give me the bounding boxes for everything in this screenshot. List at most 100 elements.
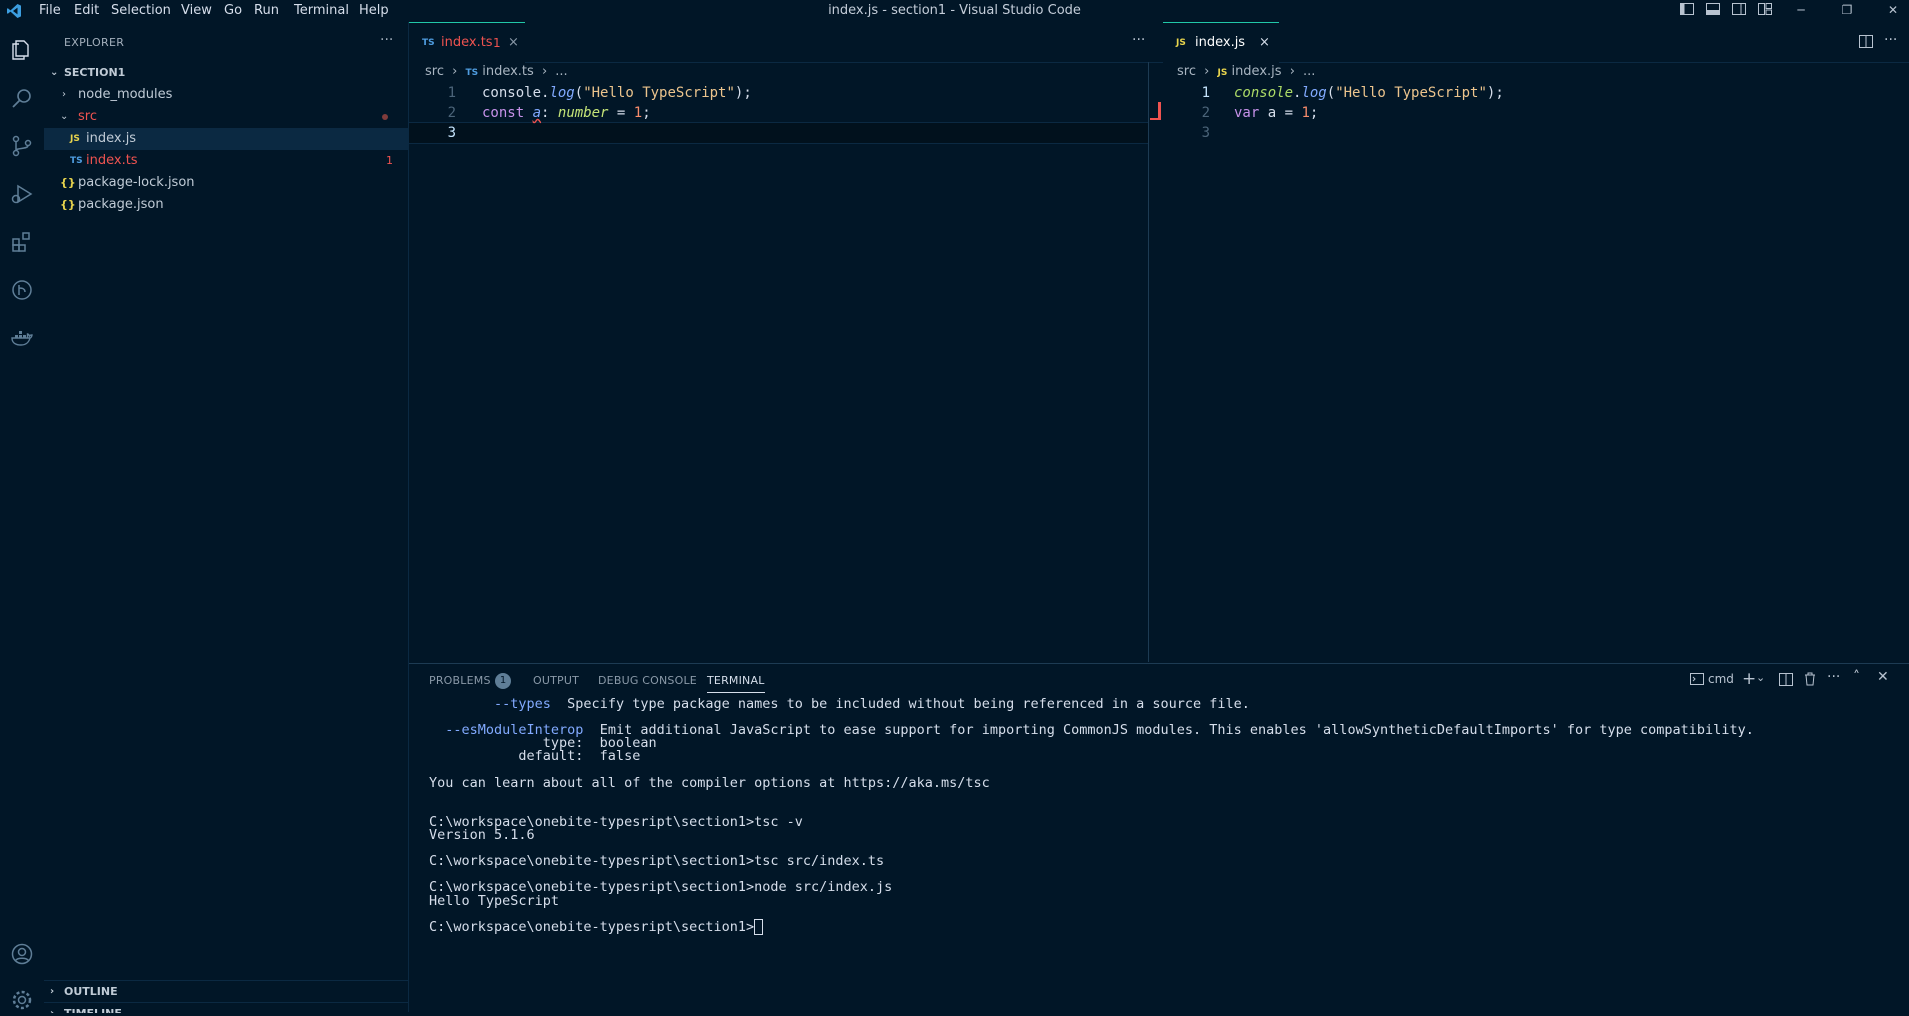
menu-view[interactable]: View — [181, 3, 212, 18]
breadcrumb-file[interactable]: index.ts — [482, 64, 534, 79]
breadcrumb-src[interactable]: src — [425, 64, 444, 79]
breadcrumb-symbols[interactable]: ... — [555, 64, 567, 79]
toggle-secondary-sidebar-icon[interactable] — [1731, 3, 1747, 17]
vscode-logo-icon — [6, 3, 22, 19]
tab-index-js[interactable]: JS index.js × — [1163, 22, 1279, 63]
menu-edit[interactable]: Edit — [74, 3, 99, 18]
activity-bar — [0, 22, 45, 1012]
toggle-primary-sidebar-icon[interactable] — [1679, 3, 1695, 17]
account-icon[interactable] — [6, 938, 38, 970]
terminal-text: You can learn about all of the compiler … — [429, 774, 990, 791]
timeline-section[interactable]: › TIMELINE — [44, 1002, 408, 1013]
tab-problems[interactable]: PROBLEMS — [429, 674, 491, 687]
menu-file[interactable]: File — [39, 3, 61, 18]
folder-src[interactable]: ⌄ src — [44, 106, 408, 128]
problem-dot-icon — [382, 114, 388, 120]
title-bar: File Edit Selection View Go Run Terminal… — [0, 0, 1909, 22]
more-actions-icon[interactable]: ··· — [1827, 669, 1840, 685]
source-control-icon[interactable] — [6, 130, 38, 162]
terminal-line: --types Specify type package names to be… — [429, 696, 1250, 712]
workspace-root-folder[interactable]: ⌄ SECTION1 — [44, 62, 408, 84]
search-icon[interactable] — [6, 82, 38, 114]
json-file-icon: {} — [60, 198, 76, 211]
breadcrumb-symbols[interactable]: ... — [1303, 64, 1315, 79]
tab-output[interactable]: OUTPUT — [533, 674, 579, 687]
chevron-down-icon[interactable]: ⌄ — [1756, 671, 1765, 684]
terminal-shell-name[interactable]: cmd — [1708, 672, 1734, 686]
menu-selection[interactable]: Selection — [111, 3, 171, 18]
line-number: 1 — [1201, 85, 1210, 101]
code-line-1: console.log("Hello TypeScript"); — [1234, 85, 1504, 101]
terminal-text: C:\workspace\onebite-typesript\section1> — [429, 918, 755, 935]
js-file-icon: JS — [1176, 38, 1186, 48]
extensions-icon[interactable] — [6, 226, 38, 258]
editor-more-actions-icon[interactable]: ··· — [1884, 32, 1897, 48]
editor-more-actions-icon[interactable]: ··· — [1132, 32, 1145, 48]
explorer-title: EXPLORER — [64, 36, 125, 49]
explorer-icon[interactable] — [6, 34, 38, 66]
tab-problem-count: 1 — [493, 36, 501, 50]
restore-icon[interactable]: ❐ — [1839, 3, 1855, 17]
toggle-panel-icon[interactable] — [1705, 3, 1721, 17]
terminal-line: default: false — [429, 748, 640, 764]
terminal-text: Version 5.1.6 — [429, 827, 535, 843]
terminal-text: Emit additional JavaScript to ease suppo… — [583, 722, 1754, 739]
error-overview-ruler-mark — [1150, 118, 1161, 120]
tab-index-ts[interactable]: TS index.ts 1 × — [409, 22, 525, 63]
run-debug-icon[interactable] — [6, 178, 38, 210]
json-file-icon: {} — [60, 176, 76, 189]
code-line-1: console.log("Hello TypeScript"); — [482, 85, 752, 101]
close-window-icon[interactable]: ✕ — [1885, 3, 1901, 17]
chevron-right-icon: › — [50, 986, 55, 997]
breadcrumb-file[interactable]: index.js — [1231, 64, 1281, 79]
window-title: index.js - section1 - Visual Studio Code — [828, 3, 1081, 18]
right-breadcrumb: src › JS index.js › ... — [1177, 64, 1316, 79]
terminal-cursor — [754, 918, 764, 935]
file-index-ts[interactable]: TS index.ts 1 — [44, 150, 408, 172]
split-editor-icon[interactable] — [1859, 35, 1873, 52]
file-package-lock-json[interactable]: {} package-lock.json — [44, 172, 408, 194]
close-tab-icon[interactable]: × — [1259, 23, 1270, 63]
line-number: 3 — [1201, 125, 1210, 141]
terminal-flag: --types — [429, 696, 551, 712]
tab-terminal[interactable]: TERMINAL — [707, 674, 765, 693]
outline-section[interactable]: › OUTLINE — [44, 980, 408, 1003]
breadcrumb-src[interactable]: src — [1177, 64, 1196, 79]
tab-debug-console[interactable]: DEBUG CONSOLE — [598, 674, 697, 687]
explorer-more-actions-icon[interactable]: ··· — [380, 32, 393, 48]
terminal-shell-icon — [1690, 673, 1704, 689]
git-graph-icon[interactable] — [6, 274, 38, 306]
chevron-down-icon: ⌄ — [60, 111, 69, 122]
code-line-2: var a = 1; — [1234, 105, 1319, 121]
trash-icon[interactable] — [1804, 672, 1816, 690]
terminal-text: Specify type package names to be include… — [550, 696, 1250, 712]
close-tab-icon[interactable]: × — [508, 23, 519, 63]
js-file-icon: JS — [1217, 68, 1228, 78]
file-index-js[interactable]: JS index.js — [44, 128, 408, 150]
docker-icon[interactable] — [6, 322, 38, 354]
problem-count-badge: 1 — [386, 154, 393, 167]
settings-gear-icon[interactable] — [6, 984, 38, 1016]
file-package-json[interactable]: {} package.json — [44, 194, 408, 216]
error-squiggle: a — [532, 105, 542, 121]
terminal-line: Hello TypeScript — [429, 893, 559, 909]
line-number: 2 — [447, 105, 456, 121]
menu-help[interactable]: Help — [359, 3, 389, 18]
ts-file-icon: TS — [465, 68, 479, 78]
terminal-line: C:\workspace\onebite-typesript\section1> — [429, 918, 764, 935]
menu-go[interactable]: Go — [224, 3, 242, 18]
folder-node-modules[interactable]: › node_modules — [44, 84, 408, 106]
new-terminal-icon[interactable]: + — [1742, 669, 1756, 689]
split-terminal-icon[interactable] — [1779, 673, 1793, 690]
menu-run[interactable]: Run — [254, 3, 279, 18]
chevron-down-icon: ⌄ — [50, 67, 59, 78]
terminal-line: Version 5.1.6 — [429, 827, 535, 843]
ts-file-icon: TS — [70, 156, 83, 166]
maximize-panel-icon[interactable]: ˄ — [1853, 669, 1860, 685]
customize-layout-icon[interactable] — [1757, 3, 1773, 17]
menu-terminal[interactable]: Terminal — [294, 3, 349, 18]
close-panel-icon[interactable]: ✕ — [1877, 669, 1889, 685]
editor-group-divider[interactable] — [1148, 62, 1149, 662]
current-line-highlight — [409, 122, 1148, 144]
minimize-icon[interactable]: ─ — [1793, 3, 1809, 17]
